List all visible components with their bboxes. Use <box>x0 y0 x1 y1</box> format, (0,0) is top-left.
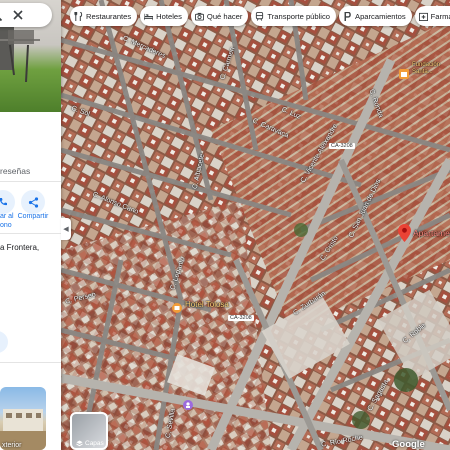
place-hero-photo[interactable] <box>0 0 61 112</box>
destination-pin[interactable] <box>398 224 411 247</box>
search-bar <box>0 3 52 27</box>
destination-label: Apartamento <box>413 228 450 238</box>
chip-pharmacies[interactable]: Farmacias <box>414 6 450 26</box>
satellite-imagery <box>61 0 450 450</box>
divider <box>0 362 61 363</box>
google-logo: Google <box>392 439 425 450</box>
chip-label: Farmacias <box>430 11 450 21</box>
fork-knife-icon <box>74 11 83 21</box>
landmark-icon <box>399 69 409 79</box>
poi-label: Hotel Tolosa <box>185 300 229 309</box>
divider <box>0 233 61 234</box>
chip-label: Qué hacer <box>206 11 243 21</box>
chip-transit[interactable]: Transporte público <box>251 6 337 26</box>
train-icon <box>256 11 264 21</box>
museum-icon <box>183 400 193 410</box>
chip-label: Aparcamientos <box>355 11 406 21</box>
chip-restaurants[interactable]: Restaurantes <box>70 6 138 26</box>
call-label-line2: ono <box>0 222 12 229</box>
share-button[interactable] <box>21 190 45 214</box>
search-button[interactable] <box>0 7 4 23</box>
chip-label: Restaurantes <box>86 11 132 21</box>
place-pin[interactable] <box>183 397 193 415</box>
photo-thumbnail-exterior[interactable]: xterior <box>0 387 46 450</box>
address-text: a Frontera, <box>0 243 40 252</box>
thumbnail-label: xterior <box>2 442 22 449</box>
layers-text: Capas <box>85 440 104 447</box>
chip-hotels[interactable]: Hoteles <box>140 6 188 26</box>
chip-label: Transporte público <box>267 11 331 21</box>
road-shield: CA-3208 <box>228 315 254 321</box>
share-label: Compartir <box>17 213 49 220</box>
reviews-count[interactable]: reseñas <box>0 166 30 176</box>
chip-parking[interactable]: Aparcamientos <box>339 6 412 26</box>
poi-pin[interactable] <box>399 66 409 84</box>
hotel-icon <box>172 303 182 313</box>
share-icon <box>28 196 38 208</box>
road-shield: CA-3208 <box>329 143 355 149</box>
maps-window: C. Mercaderes C. Carmen C. Sol C. Lepant… <box>0 0 450 450</box>
map-marker-icon <box>398 224 411 242</box>
place-details-panel: reseñas ar al ono Compartir a Frontera, … <box>0 0 61 450</box>
collapse-panel-button[interactable]: ◀ <box>61 218 71 240</box>
chip-label: Hoteles <box>156 11 182 21</box>
pharmacy-icon <box>418 12 428 21</box>
call-button[interactable] <box>0 190 15 214</box>
bed-icon <box>144 13 154 20</box>
phone-icon <box>0 198 7 206</box>
poi-label: Fundación Santa... <box>412 62 441 75</box>
call-label-line1: ar al <box>0 213 14 220</box>
layers-icon <box>76 440 83 447</box>
close-button[interactable] <box>10 7 26 23</box>
layers-button[interactable]: Capas <box>70 412 108 450</box>
camera-icon <box>194 12 204 21</box>
parking-icon <box>344 11 351 21</box>
satellite-map[interactable]: C. Mercaderes C. Carmen C. Sol C. Lepant… <box>61 0 450 450</box>
divider <box>0 181 61 182</box>
close-icon <box>13 10 23 20</box>
search-icon <box>0 17 3 22</box>
hotel-pin[interactable] <box>172 300 182 318</box>
chip-things-to-do[interactable]: Qué hacer <box>190 6 249 26</box>
action-button[interactable] <box>0 331 8 353</box>
category-chips: Restaurantes Hoteles Qué hacer Transport… <box>70 6 450 26</box>
layers-label-wrap: Capas <box>76 440 104 447</box>
chevron-left-icon: ◀ <box>63 226 69 233</box>
